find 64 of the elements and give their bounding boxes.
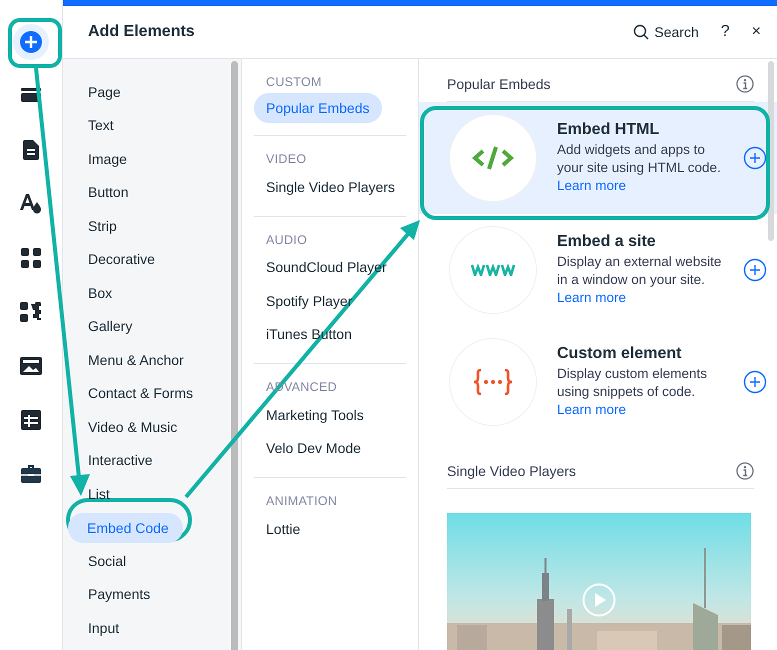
table-icon xyxy=(21,410,41,430)
add-button[interactable] xyxy=(743,258,767,282)
grid-icon xyxy=(21,248,41,268)
puzzle-icon xyxy=(20,302,42,322)
www-icon xyxy=(471,264,515,276)
subcategory-item[interactable]: Single Video Players xyxy=(254,170,407,204)
search-icon xyxy=(633,24,650,40)
card-title: Custom element xyxy=(557,344,682,363)
category-item[interactable]: List xyxy=(68,477,110,510)
subcategory-item[interactable]: Popular Embeds xyxy=(254,93,382,123)
add-button[interactable] xyxy=(743,146,767,170)
briefcase-icon xyxy=(21,464,41,484)
category-item[interactable]: Image xyxy=(68,142,127,176)
panel-title: Add Elements xyxy=(88,23,196,41)
highlight-outline xyxy=(8,18,62,68)
section-heading: VIDEO xyxy=(266,152,308,166)
category-item[interactable]: Gallery xyxy=(68,310,132,343)
category-item[interactable]: Contact & Forms xyxy=(68,376,194,410)
info-icon[interactable] xyxy=(736,462,754,480)
embed-card[interactable]: Custom element Display custom elements using snippets of code. Learn more xyxy=(419,326,777,438)
add-button[interactable] xyxy=(743,370,767,394)
card-description: Display an external website in a window on your site. Learn more xyxy=(557,252,722,307)
braces-icon xyxy=(473,368,513,395)
category-item[interactable]: Social xyxy=(68,544,126,578)
help-button[interactable]: ? xyxy=(720,23,730,41)
embed-card[interactable]: Embed a site Display an external website in a window on your site. Learn more xyxy=(419,214,777,326)
category-item[interactable]: Button xyxy=(68,176,128,209)
category-item[interactable]: Interactive xyxy=(68,444,153,477)
subcategory-item[interactable]: Lottie xyxy=(254,512,312,546)
section-title: Single Video Players xyxy=(447,462,576,479)
category-item[interactable]: Strip xyxy=(68,209,117,242)
code-icon xyxy=(472,146,514,170)
search-button[interactable]: Search xyxy=(633,24,699,40)
card-description: Display custom elements using snippets of code. Learn more xyxy=(557,364,708,419)
learn-more-link[interactable]: Learn more xyxy=(557,178,626,193)
category-item[interactable]: Page xyxy=(68,75,121,108)
section-heading: AUDIO xyxy=(266,232,308,246)
close-button[interactable]: × xyxy=(752,23,761,41)
subcategory-item[interactable]: Marketing Tools xyxy=(254,398,376,432)
image-icon xyxy=(20,357,42,375)
scrollbar[interactable] xyxy=(231,61,238,650)
learn-more-link[interactable]: Learn more xyxy=(557,290,626,305)
category-item[interactable]: Input xyxy=(68,611,120,644)
section-heading: ANIMATION xyxy=(266,494,338,508)
document-icon xyxy=(23,140,39,160)
category-item[interactable]: Menu & Anchor xyxy=(68,343,184,376)
card-description: Add widgets and apps to your site using HTML code. Learn more xyxy=(557,140,722,195)
info-icon[interactable] xyxy=(736,75,754,93)
category-item[interactable]: Box xyxy=(68,276,112,310)
section-title: Popular Embeds xyxy=(447,76,551,92)
learn-more-link[interactable]: Learn more xyxy=(557,402,626,417)
subcategory-item[interactable]: Velo Dev Mode xyxy=(254,432,373,465)
card-title: Embed a site xyxy=(557,232,657,251)
strip-icon xyxy=(21,88,41,104)
category-item[interactable]: Decorative xyxy=(68,242,155,276)
category-item[interactable]: Payments xyxy=(68,578,150,611)
category-item[interactable]: Text xyxy=(68,108,114,142)
section-heading: CUSTOM xyxy=(266,75,323,89)
letter-drop-icon xyxy=(20,194,42,214)
card-title: Embed HTML xyxy=(557,120,660,139)
embed-card[interactable]: Embed HTML Add widgets and apps to your site using HTML code. Learn more xyxy=(419,102,777,214)
add-icon xyxy=(20,31,42,53)
category-item[interactable]: Video & Music xyxy=(68,410,178,444)
category-item[interactable]: Embed Code xyxy=(68,512,183,542)
